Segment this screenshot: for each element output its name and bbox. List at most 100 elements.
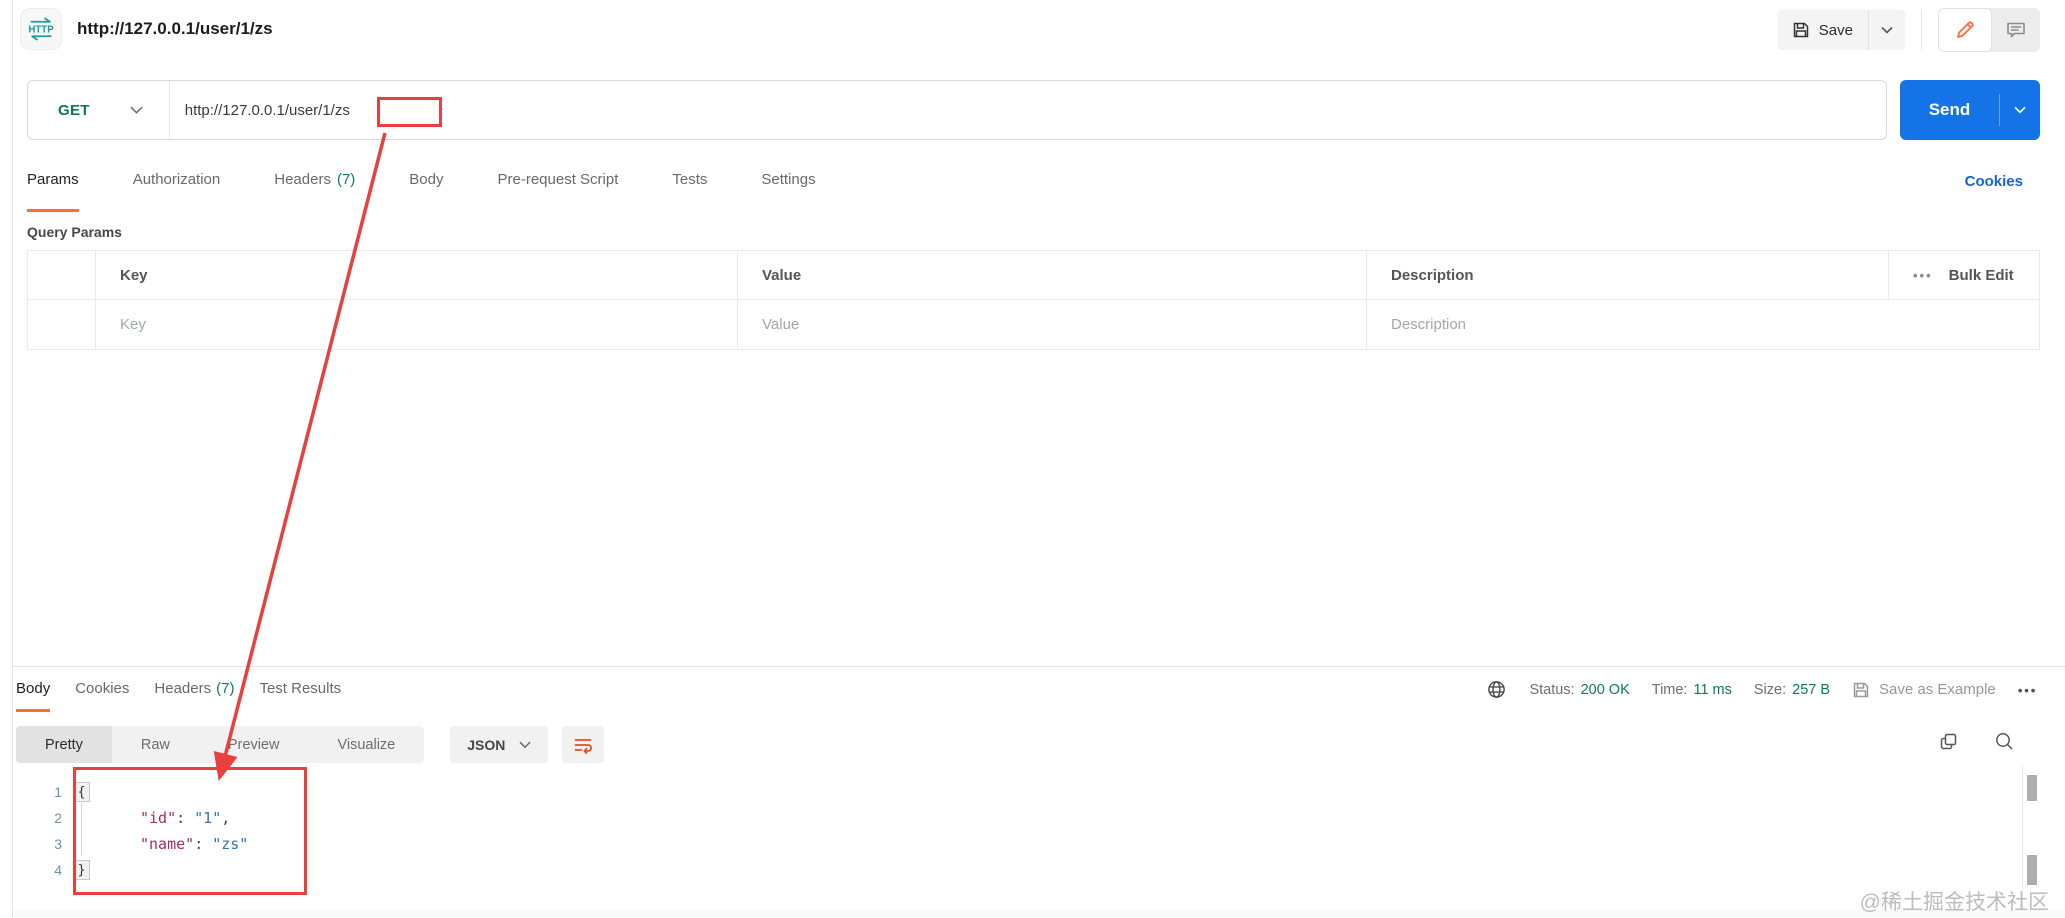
chevron-down-icon — [2014, 106, 2026, 114]
header-divider — [1921, 10, 1922, 50]
send-button[interactable]: Send — [1900, 80, 1999, 140]
request-header: HTTP http://127.0.0.1/user/1/zs — [20, 7, 273, 51]
size-value: 257 B — [1792, 681, 1831, 698]
description-input[interactable]: Description — [1366, 300, 2039, 349]
response-tab-test-results-label: Test Results — [259, 679, 342, 697]
column-header-value: Value — [737, 251, 1366, 299]
line-number: 4 — [54, 862, 62, 878]
send-options-button[interactable] — [2000, 80, 2040, 140]
method-dropdown[interactable]: GET — [28, 81, 169, 139]
save-as-example-button[interactable]: Save as Example — [1852, 681, 1996, 699]
comment-icon — [2007, 22, 2025, 38]
code-line: 3 "name": "zs" — [13, 831, 2022, 857]
edit-request-button[interactable] — [1938, 8, 1992, 52]
response-meta: Status: 200 OK Time: 11 ms Size: 257 B S… — [1486, 667, 2037, 712]
tab-authorization[interactable]: Authorization — [133, 150, 221, 212]
tab-headers[interactable]: Headers (7) — [274, 150, 355, 212]
format-dropdown[interactable]: JSON — [450, 726, 549, 763]
tab-params[interactable]: Params — [27, 150, 79, 212]
time-value: 11 ms — [1693, 681, 1732, 698]
save-options-button[interactable] — [1869, 10, 1905, 50]
request-builder: GET http://127.0.0.1/user/1/zs Send — [27, 80, 2040, 140]
tab-headers-count: (7) — [336, 171, 356, 188]
format-value: JSON — [467, 736, 506, 753]
save-button-group: Save — [1776, 10, 1905, 50]
row-select-cell — [28, 300, 95, 349]
status-value: 200 OK — [1580, 681, 1630, 698]
size-label: Size: — [1753, 681, 1787, 698]
tab-settings[interactable]: Settings — [761, 150, 815, 212]
save-as-example-label: Save as Example — [1879, 681, 1996, 698]
response-tabs: Body Cookies Headers (7) Test Results — [16, 667, 341, 712]
table-header-row: Key Value Description ••• Bulk Edit — [28, 251, 2039, 300]
method-value: GET — [58, 101, 90, 119]
send-button-label: Send — [1928, 100, 1971, 119]
wrap-lines-button[interactable] — [562, 726, 605, 763]
copy-icon — [1940, 733, 1956, 749]
view-tab-pretty[interactable]: Pretty — [16, 726, 112, 763]
value-input[interactable]: Value — [737, 300, 1366, 349]
doc-comment-toggle-group — [1938, 8, 2040, 52]
code-line: 4 } — [13, 857, 2022, 883]
url-input[interactable]: http://127.0.0.1/user/1/zs — [170, 102, 350, 119]
save-button-label: Save — [1818, 21, 1853, 39]
wrap-lines-icon — [574, 738, 593, 754]
svg-text:HTTP: HTTP — [28, 25, 54, 36]
response-tab-headers-label: Headers — [154, 679, 212, 697]
tab-tests[interactable]: Tests — [672, 150, 707, 212]
comments-button[interactable] — [1992, 8, 2040, 52]
header-actions: Save — [1776, 8, 2040, 52]
response-body-editor[interactable]: 1 { 2 "id": "1", 3 "name": "zs" 4 } — [13, 766, 2022, 910]
line-number: 1 — [54, 784, 62, 800]
chevron-down-icon — [519, 741, 531, 748]
tab-prerequest-script[interactable]: Pre-request Script — [498, 150, 619, 212]
response-tab-cookies-label: Cookies — [75, 679, 130, 697]
bulk-edit-button[interactable]: ••• Bulk Edit — [1888, 251, 2039, 299]
json-colon: : — [194, 835, 204, 853]
code-line: 2 "id": "1", — [13, 805, 2022, 831]
copy-button[interactable] — [1935, 728, 1961, 754]
tab-body[interactable]: Body — [409, 150, 443, 212]
chevron-down-icon — [130, 106, 143, 114]
request-tabs: Params Authorization Headers (7) Body Pr… — [27, 150, 816, 212]
tab-settings-label: Settings — [761, 171, 816, 188]
select-all-cell — [28, 251, 95, 299]
query-params-table: Key Value Description ••• Bulk Edit Key … — [27, 250, 2040, 350]
response-tab-headers[interactable]: Headers (7) — [154, 667, 234, 712]
search-button[interactable] — [1991, 728, 2017, 754]
tab-headers-label: Headers — [274, 171, 331, 188]
json-value: "1" — [194, 809, 222, 827]
fold-toggle-close-brace[interactable]: } — [73, 860, 90, 880]
response-body-actions — [1935, 728, 2017, 754]
network-info-button[interactable] — [1486, 679, 1507, 700]
watermark: @稀土掘金技术社区 — [1859, 891, 2049, 914]
response-tab-cookies[interactable]: Cookies — [75, 667, 129, 712]
scrollbar-thumb[interactable] — [2027, 855, 2037, 885]
save-button[interactable]: Save — [1777, 10, 1868, 50]
response-tab-body[interactable]: Body — [16, 667, 51, 712]
chevron-down-icon — [1881, 26, 1893, 34]
cookies-link[interactable]: Cookies — [1965, 150, 2023, 212]
code-line: 1 { — [13, 779, 2022, 805]
response-tab-body-label: Body — [16, 679, 51, 697]
view-tab-preview[interactable]: Preview — [199, 726, 309, 763]
column-header-description: Description — [1366, 251, 1888, 299]
tab-prerequest-label: Pre-request Script — [497, 171, 619, 188]
fold-guide-line — [81, 802, 82, 856]
tab-params-label: Params — [27, 171, 79, 188]
url-container: GET http://127.0.0.1/user/1/zs — [27, 80, 1887, 140]
response-tab-test-results[interactable]: Test Results — [259, 667, 341, 712]
fold-toggle-open-brace[interactable]: { — [73, 782, 90, 802]
view-tab-visualize[interactable]: Visualize — [308, 726, 424, 763]
scrollbar-thumb[interactable] — [2027, 775, 2037, 801]
response-tab-headers-count: (7) — [216, 679, 235, 697]
column-header-key: Key — [95, 251, 737, 299]
key-input[interactable]: Key — [95, 300, 737, 349]
json-colon: : — [176, 809, 186, 827]
json-key: "name" — [140, 835, 195, 853]
view-mode-switch: Pretty Raw Preview Visualize — [16, 726, 425, 763]
view-tab-raw[interactable]: Raw — [112, 726, 199, 763]
table-row: Key Value Description — [28, 300, 2039, 349]
response-more-options-button[interactable]: ••• — [2018, 682, 2037, 698]
response-view-controls: Pretty Raw Preview Visualize JSON — [16, 726, 605, 763]
